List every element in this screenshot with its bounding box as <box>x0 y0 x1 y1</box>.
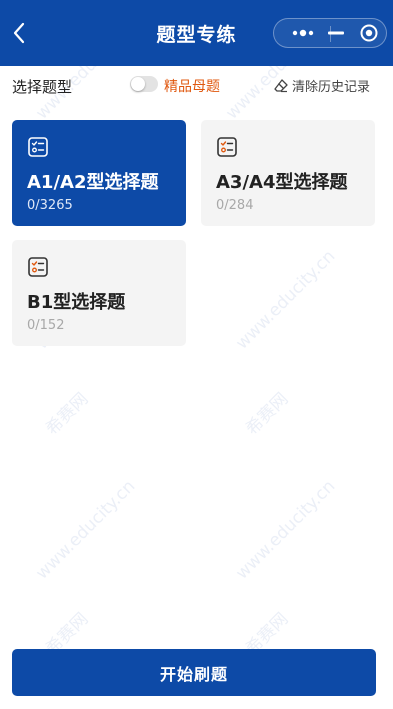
question-type-card-a1a2[interactable]: A1/A2型选择题 0/3265 <box>12 120 186 226</box>
start-practice-button[interactable]: 开始刷题 <box>12 649 376 696</box>
card-title: A3/A4型选择题 <box>216 172 348 193</box>
checklist-icon <box>217 137 237 157</box>
select-type-label: 选择题型 <box>12 78 73 96</box>
mini-program-capsule <box>273 18 387 48</box>
nav-header: 题型专练 <box>0 0 393 66</box>
minimize-icon <box>328 31 344 35</box>
watermark-text: www.educity.cn <box>232 246 340 354</box>
card-progress: 0/284 <box>216 198 254 213</box>
target-close-icon <box>360 24 378 42</box>
watermark-brand: 希赛网 <box>42 389 93 440</box>
minimize-button[interactable] <box>318 19 354 47</box>
filter-row: 选择题型 精品母题 清除历史记录 <box>0 66 393 106</box>
more-dots-icon <box>292 29 314 37</box>
checklist-icon <box>28 257 48 277</box>
watermark-text: www.educity.cn <box>232 476 340 584</box>
card-title: B1型选择题 <box>27 292 126 313</box>
clear-history-label: 清除历史记录 <box>292 80 371 95</box>
eraser-icon <box>274 78 288 92</box>
question-type-card-b1[interactable]: B1型选择题 0/152 <box>12 240 186 346</box>
question-type-card-a3a4[interactable]: A3/A4型选择题 0/284 <box>201 120 375 226</box>
watermark-brand: 希赛网 <box>242 389 293 440</box>
clear-history-button[interactable]: 清除历史记录 <box>274 76 370 95</box>
checklist-icon <box>28 137 48 157</box>
card-title: A1/A2型选择题 <box>27 172 159 193</box>
premium-toggle[interactable] <box>130 76 158 92</box>
card-progress: 0/3265 <box>27 198 73 213</box>
close-button[interactable] <box>352 19 386 47</box>
premium-toggle-label[interactable]: 精品母题 <box>164 76 220 96</box>
toggle-knob <box>131 77 145 91</box>
watermark-text: www.educity.cn <box>32 476 140 584</box>
card-progress: 0/152 <box>27 318 65 333</box>
